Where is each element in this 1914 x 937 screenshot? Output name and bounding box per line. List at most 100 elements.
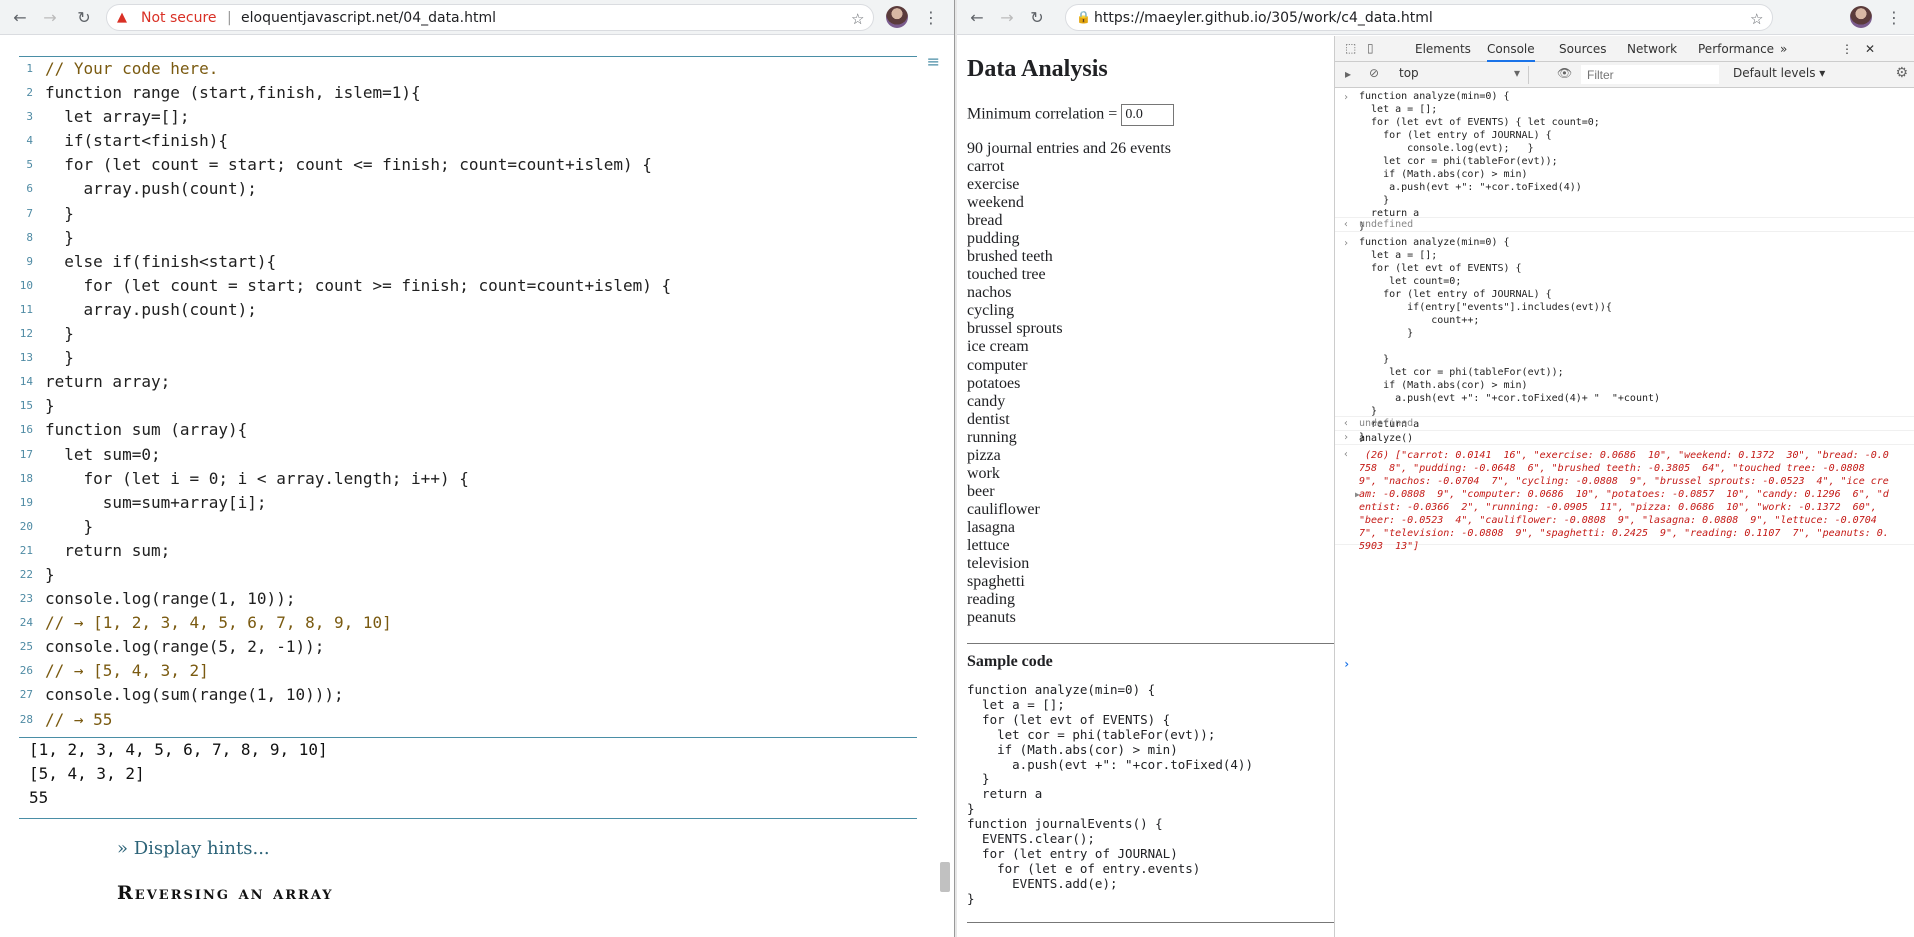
event-item: reading xyxy=(967,591,1015,609)
line-number: 15 xyxy=(19,399,33,413)
code-line[interactable]: 15} xyxy=(19,394,917,418)
code-line[interactable]: 7 } xyxy=(19,202,917,226)
display-hints-link[interactable]: » Display hints... xyxy=(117,838,270,859)
code-line[interactable]: 6 array.push(count); xyxy=(19,177,917,201)
code-text: else if(finish<start){ xyxy=(45,251,277,271)
code-line[interactable]: 23 console.log(range(1, 10)); xyxy=(19,587,917,611)
event-item: carrot xyxy=(967,158,1005,175)
min-correlation-row: Minimum correlation = 0.0 xyxy=(967,104,1175,126)
code-line[interactable]: 9 else if(finish<start){ xyxy=(19,250,917,274)
editor-menu-icon[interactable]: ≡ xyxy=(927,52,940,71)
code-line[interactable]: 3 let array=[]; xyxy=(19,105,917,129)
device-toolbar-icon[interactable]: ▯ xyxy=(1367,41,1374,55)
code-line[interactable]: 8 } xyxy=(19,226,917,250)
code-line[interactable]: 24 // → [1, 2, 3, 4, 5, 6, 7, 8, 9, 10] xyxy=(19,611,917,635)
code-line[interactable]: 14 return array; xyxy=(19,370,917,394)
devtools-menu-icon[interactable]: ⋮ xyxy=(1841,42,1853,56)
line-number: 14 xyxy=(19,375,33,389)
code-line[interactable]: 12 } xyxy=(19,322,917,346)
code-line[interactable]: 28 // → 55 xyxy=(19,708,917,732)
avatar[interactable] xyxy=(1850,6,1872,28)
code-line[interactable]: 17 let sum=0; xyxy=(19,443,917,467)
tab-performance[interactable]: Performance xyxy=(1698,42,1774,56)
close-icon[interactable]: ✕ xyxy=(1865,42,1875,56)
code-line[interactable]: 20 } xyxy=(19,515,917,539)
divider xyxy=(967,643,1335,644)
code-line[interactable]: 13 } xyxy=(19,346,917,370)
menu-dots-icon[interactable]: ⋮ xyxy=(919,6,943,30)
console-result-array[interactable]: (26) ["carrot: 0.0141 16", "exercise: 0.… xyxy=(1359,449,1894,553)
code-text: return array; xyxy=(45,372,171,392)
right-browser-window: ← → ↻ 🔒 https://maeyler.github.io/305/wo… xyxy=(957,0,1914,937)
address-bar[interactable]: 🔒 https://maeyler.github.io/305/work/c4_… xyxy=(1065,4,1773,31)
console-entry: ‹ undefined xyxy=(1335,417,1914,431)
code-text: // → [5, 4, 3, 2] xyxy=(45,661,209,681)
code-line[interactable]: 19 sum=sum+array[i]; xyxy=(19,491,917,515)
lock-icon: 🔒 xyxy=(1076,10,1091,24)
code-text: } xyxy=(45,396,55,416)
event-item: cauliflower xyxy=(967,500,1040,518)
code-line[interactable]: 22} xyxy=(19,563,917,587)
event-item: candy xyxy=(967,392,1006,410)
more-tabs-icon[interactable]: » xyxy=(1780,42,1787,56)
star-icon[interactable]: ☆ xyxy=(1750,10,1763,28)
code-line[interactable]: 2 function range (start,finish, islem=1){ xyxy=(19,81,917,105)
event-item: potatoes xyxy=(967,374,1021,392)
code-text: } xyxy=(45,324,74,344)
gear-icon[interactable]: ⚙ xyxy=(1895,65,1908,81)
log-levels-dropdown[interactable]: Default levels ▾ xyxy=(1733,66,1825,80)
log-levels-label: Default levels xyxy=(1733,66,1816,80)
code-line[interactable]: 5 for (let count = start; count <= finis… xyxy=(19,153,917,177)
code-line[interactable]: 11 array.push(count); xyxy=(19,298,917,322)
menu-dots-icon[interactable]: ⋮ xyxy=(1882,6,1906,30)
code-line[interactable]: 18 for (let i = 0; i < array.length; i++… xyxy=(19,467,917,491)
code-editor[interactable]: 1 // Your code here. 2 function range (star… xyxy=(19,56,917,732)
sample-code-block: function analyze(min=0) { let a = []; fo… xyxy=(967,682,1253,906)
code-line[interactable]: 27 console.log(sum(range(1, 10))); xyxy=(19,683,917,707)
console-prompt-icon[interactable]: › xyxy=(1343,657,1350,671)
output-line: [5, 4, 3, 2] xyxy=(29,764,145,783)
code-line[interactable]: 1 // Your code here. xyxy=(19,57,917,81)
code-text: // → [1, 2, 3, 4, 5, 6, 7, 8, 9, 10] xyxy=(45,613,392,633)
line-number: 17 xyxy=(19,447,33,461)
tab-network[interactable]: Network xyxy=(1627,42,1677,56)
back-arrow-icon[interactable]: ← xyxy=(965,6,989,30)
line-number: 25 xyxy=(19,640,33,654)
devtools-panel: ⬚ ▯ Elements Console Sources Network Per… xyxy=(1334,36,1914,937)
code-line[interactable]: 16 function sum (array){ xyxy=(19,418,917,442)
code-text: } xyxy=(45,227,74,247)
tab-console[interactable]: Console xyxy=(1487,42,1535,62)
line-number: 10 xyxy=(19,278,33,292)
console-filter-input[interactable] xyxy=(1581,65,1719,84)
forward-arrow-icon[interactable]: → xyxy=(38,6,62,30)
star-icon[interactable]: ☆ xyxy=(851,10,864,28)
event-item: ice cream xyxy=(967,338,1029,356)
back-arrow-icon[interactable]: ← xyxy=(8,6,32,30)
divider xyxy=(967,922,1335,923)
line-number: 26 xyxy=(19,664,33,678)
tab-sources[interactable]: Sources xyxy=(1559,42,1606,56)
code-line[interactable]: 25 console.log(range(5, 2, -1)); xyxy=(19,635,917,659)
min-correlation-input[interactable]: 0.0 xyxy=(1121,104,1175,126)
address-bar[interactable]: ▲ Not secure | eloquentjavascript.net/04… xyxy=(106,4,874,31)
inspect-icon[interactable]: ⬚ xyxy=(1345,41,1356,55)
code-text: // → 55 xyxy=(45,709,113,729)
code-line[interactable]: 4 if(start<finish){ xyxy=(19,129,917,153)
eye-icon[interactable]: 👁 xyxy=(1557,66,1572,80)
code-text: array.push(count); xyxy=(45,179,257,199)
code-line[interactable]: 21 return sum; xyxy=(19,539,917,563)
sidebar-toggle-icon[interactable]: ▸ xyxy=(1345,67,1351,81)
avatar[interactable] xyxy=(886,6,908,28)
scrollbar-thumb[interactable] xyxy=(940,862,950,892)
reload-icon[interactable]: ↻ xyxy=(1025,6,1049,30)
clear-console-icon[interactable]: ⊘ xyxy=(1369,66,1379,80)
code-line[interactable]: 26 // → [5, 4, 3, 2] xyxy=(19,659,917,683)
forward-arrow-icon[interactable]: → xyxy=(995,6,1019,30)
context-selector[interactable]: top ▾ xyxy=(1399,66,1529,84)
tab-elements[interactable]: Elements xyxy=(1415,42,1471,56)
context-value: top xyxy=(1399,66,1419,80)
event-item: running xyxy=(967,428,1017,446)
reload-icon[interactable]: ↻ xyxy=(72,6,96,30)
code-text: } xyxy=(45,516,94,536)
code-line[interactable]: 10 for (let count = start; count >= fini… xyxy=(19,274,917,298)
